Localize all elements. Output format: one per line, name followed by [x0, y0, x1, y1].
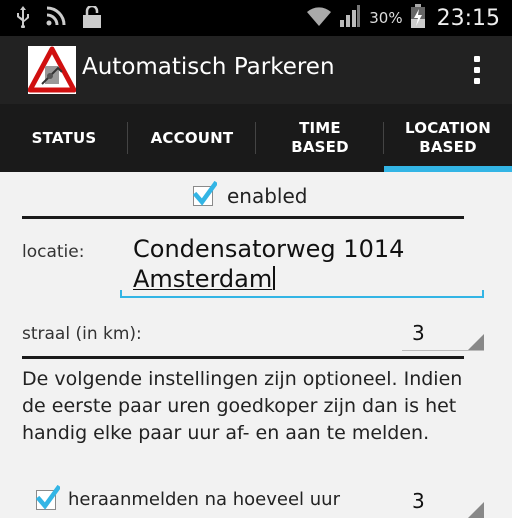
divider [22, 216, 464, 219]
status-bar-notifications [16, 4, 102, 32]
status-bar-system: 30% 23:15 [307, 4, 500, 32]
signal-icon [339, 5, 361, 31]
reregister-label: heraanmelden na hoeveel uur [68, 489, 340, 510]
action-bar: Automatisch Parkeren [0, 36, 512, 104]
app-logo-icon [27, 46, 77, 94]
reregister-checkbox[interactable] [36, 485, 60, 510]
tab-account[interactable]: ACCOUNT [128, 104, 256, 172]
rss-icon [46, 6, 66, 32]
overflow-menu-icon[interactable] [474, 56, 482, 84]
tab-bar: STATUS ACCOUNT TIME BASED LOCATION BASED [0, 104, 512, 172]
location-line-2: Amsterdam [133, 265, 273, 293]
clock: 23:15 [436, 5, 500, 31]
location-label: locatie: [22, 242, 85, 262]
location-based-form: enabled locatie: Condensatorweg 1014 Ams… [0, 172, 512, 518]
usb-icon [16, 6, 30, 32]
enabled-label: enabled [227, 184, 308, 208]
battery-charging-icon [410, 4, 425, 32]
location-line-1: Condensatorweg 1014 [133, 235, 405, 263]
battery-percent: 30% [369, 9, 403, 27]
radius-label: straal (in km): [22, 324, 142, 344]
tab-status[interactable]: STATUS [0, 104, 128, 172]
lock-icon [82, 4, 102, 32]
spinner-arrow-icon [468, 502, 484, 518]
tab-location-based[interactable]: LOCATION BASED [384, 104, 512, 172]
divider [22, 356, 464, 359]
radius-value: 3 [412, 321, 425, 345]
spinner-arrow-icon [468, 334, 484, 350]
status-bar: 30% 23:15 [0, 0, 512, 36]
app-title: Automatisch Parkeren [82, 54, 335, 80]
optional-settings-text: De volgende instellingen zijn optioneel.… [22, 368, 463, 444]
text-cursor [273, 266, 276, 290]
tab-time-based[interactable]: TIME BASED [256, 104, 384, 172]
wifi-icon [307, 6, 332, 30]
location-input-underline [120, 296, 484, 298]
enabled-checkbox[interactable] [193, 181, 217, 206]
